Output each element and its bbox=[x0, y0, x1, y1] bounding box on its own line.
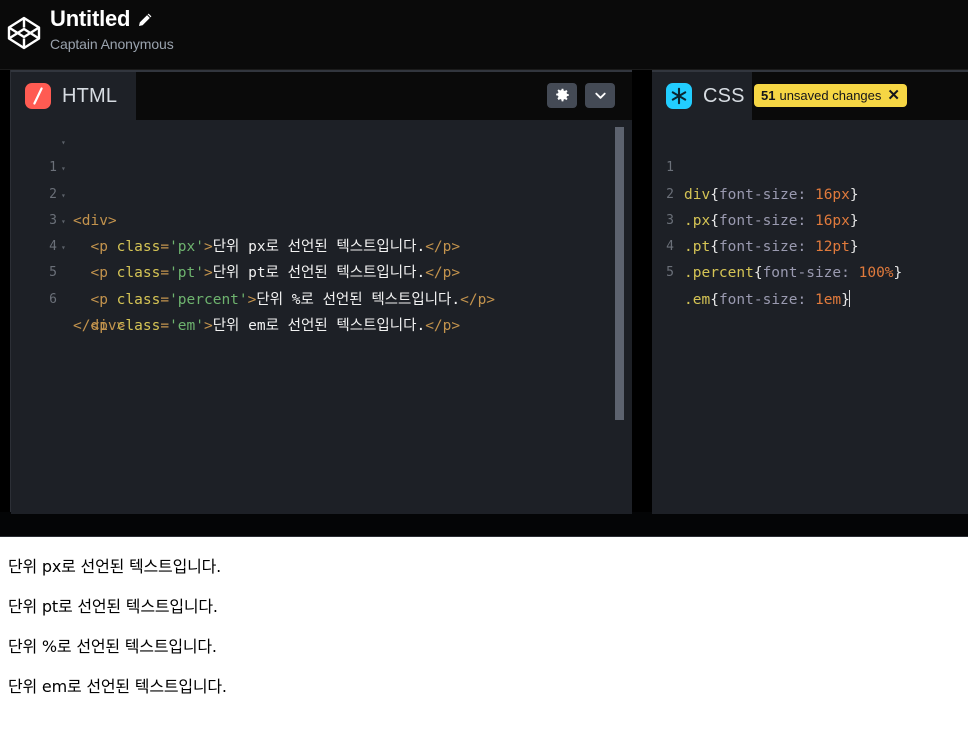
css-code-editor[interactable]: 1 div{font-size: 16px} 2 .px{font-size: … bbox=[652, 120, 968, 514]
code-line-text: .em{font-size: 1em} bbox=[684, 287, 850, 313]
preview-line-pt: 단위 pt로 선언된 텍스트입니다. bbox=[8, 597, 218, 616]
token-attr-value: 'em' bbox=[169, 318, 204, 335]
token-close-tag: </p> bbox=[460, 291, 496, 308]
tab-css-label: CSS bbox=[703, 84, 745, 107]
text-caret bbox=[848, 289, 850, 307]
code-line[interactable]: 2 .px{font-size: 16px} bbox=[652, 155, 968, 229]
code-line-text: </div> bbox=[73, 313, 125, 339]
css-asterisk-icon bbox=[666, 83, 692, 109]
token-property: font-size: bbox=[718, 291, 815, 308]
code-line[interactable]: 1 div{font-size: 16px} bbox=[652, 129, 968, 202]
token-attr-value: 'percent' bbox=[169, 291, 248, 308]
token-eq: = bbox=[160, 291, 170, 308]
fold-triangle-icon[interactable]: ▾ bbox=[61, 156, 66, 182]
html-panel-actions bbox=[547, 83, 615, 108]
token-value: 100% bbox=[858, 265, 894, 282]
pen-title-block: Untitled Captain Anonymous bbox=[50, 4, 174, 52]
code-line[interactable]: 5 ▾ <p class='em'>단위 em로 선언된 텍스트입니다.</p> bbox=[11, 234, 632, 334]
token-text: 단위 em로 선언된 텍스트입니다. bbox=[212, 318, 426, 335]
fold-triangle-icon[interactable]: ▾ bbox=[61, 209, 66, 235]
code-line[interactable]: 3 .pt{font-size: 12pt} bbox=[652, 182, 968, 255]
token-brace: { bbox=[710, 291, 719, 308]
gear-icon[interactable] bbox=[547, 83, 577, 108]
unsaved-count: 51 bbox=[761, 88, 776, 103]
codepen-logo-icon[interactable] bbox=[4, 13, 44, 53]
token-brace: } bbox=[893, 265, 903, 282]
token-value: 1em bbox=[814, 291, 842, 308]
token-gt: > bbox=[203, 318, 213, 335]
code-line[interactable]: 4 .percent{font-size: 100%} bbox=[652, 208, 968, 281]
code-line-text: <p class='em'>단위 em로 선언된 텍스트입니다.</p> bbox=[73, 313, 460, 339]
code-line[interactable]: 1 ▾ <div> bbox=[11, 129, 632, 229]
preview-pane: 단위 px로 선언된 텍스트입니다. 단위 pt로 선언된 텍스트입니다. 단위… bbox=[0, 537, 968, 737]
token-brace: { bbox=[753, 265, 763, 282]
code-line-text: <p class='percent'>단위 %로 선언된 텍스트입니다.</p> bbox=[73, 287, 495, 313]
code-line[interactable]: 6 </div> bbox=[11, 260, 632, 334]
token-property: font-size: bbox=[762, 265, 859, 282]
html-code-editor[interactable]: 1 ▾ <div> 2 ▾ <p class='px'>단위 px로 선언된 텍… bbox=[11, 120, 632, 514]
close-icon[interactable]: ✕ bbox=[887, 88, 900, 103]
preview-line-px: 단위 px로 선언된 텍스트입니다. bbox=[8, 557, 222, 576]
fold-triangle-icon[interactable]: ▾ bbox=[61, 235, 66, 261]
token-close-tag: </div> bbox=[73, 318, 126, 335]
top-bar: Untitled Captain Anonymous bbox=[0, 0, 968, 70]
html-panel-header: HTML bbox=[11, 70, 632, 120]
code-line[interactable]: 5 .em{font-size: 1em} bbox=[652, 234, 968, 308]
html-editor-panel: HTML 1 ▾ <div> 2 ▾ <p class='px'>단위 px로 … bbox=[10, 70, 632, 514]
css-panel-header: CSS 51 unsaved changes ✕ bbox=[652, 70, 968, 120]
fold-triangle-icon[interactable]: ▾ bbox=[61, 130, 66, 156]
html-editor-scrollbar[interactable] bbox=[615, 127, 624, 420]
fold-triangle-icon[interactable]: ▾ bbox=[61, 183, 66, 209]
token-close-tag: </p> bbox=[425, 318, 461, 335]
unsaved-changes-badge[interactable]: 51 unsaved changes ✕ bbox=[754, 84, 907, 107]
tab-html[interactable]: HTML bbox=[11, 70, 136, 120]
unsaved-label: unsaved changes bbox=[779, 88, 882, 103]
line-number: 6 bbox=[49, 291, 57, 307]
code-line[interactable]: 2 ▾ <p class='px'>단위 px로 선언된 텍스트입니다.</p> bbox=[11, 155, 632, 255]
token-selector: .em bbox=[684, 291, 711, 308]
token-attr: class bbox=[116, 291, 161, 308]
chevron-down-icon[interactable] bbox=[585, 83, 615, 108]
preview-line-em: 단위 em로 선언된 텍스트입니다. bbox=[8, 677, 227, 696]
token-eq: = bbox=[160, 318, 170, 335]
page-title: Untitled bbox=[50, 6, 131, 31]
code-line[interactable]: 3 ▾ <p class='pt'>단위 pt로 선언된 텍스트입니다.</p> bbox=[11, 182, 632, 282]
line-number: 5 bbox=[666, 265, 674, 281]
editors-region: HTML 1 ▾ <div> 2 ▾ <p class='px'>단위 px로 … bbox=[0, 70, 968, 514]
tab-html-label: HTML bbox=[62, 84, 118, 107]
html-slash-icon bbox=[25, 83, 51, 109]
css-editor-panel: CSS 51 unsaved changes ✕ 1 div{font-size… bbox=[652, 70, 968, 514]
token-text: 단위 %로 선언된 텍스트입니다. bbox=[256, 291, 461, 308]
code-line[interactable]: 4 ▾ <p class='percent'>단위 %로 선언된 텍스트입니다.… bbox=[11, 208, 632, 308]
pen-author[interactable]: Captain Anonymous bbox=[50, 36, 174, 52]
preview-line-percent: 단위 %로 선언된 텍스트입니다. bbox=[8, 637, 217, 656]
tab-css[interactable]: CSS bbox=[652, 70, 752, 120]
resize-divider[interactable] bbox=[0, 512, 968, 537]
pencil-edit-icon[interactable] bbox=[137, 12, 153, 28]
